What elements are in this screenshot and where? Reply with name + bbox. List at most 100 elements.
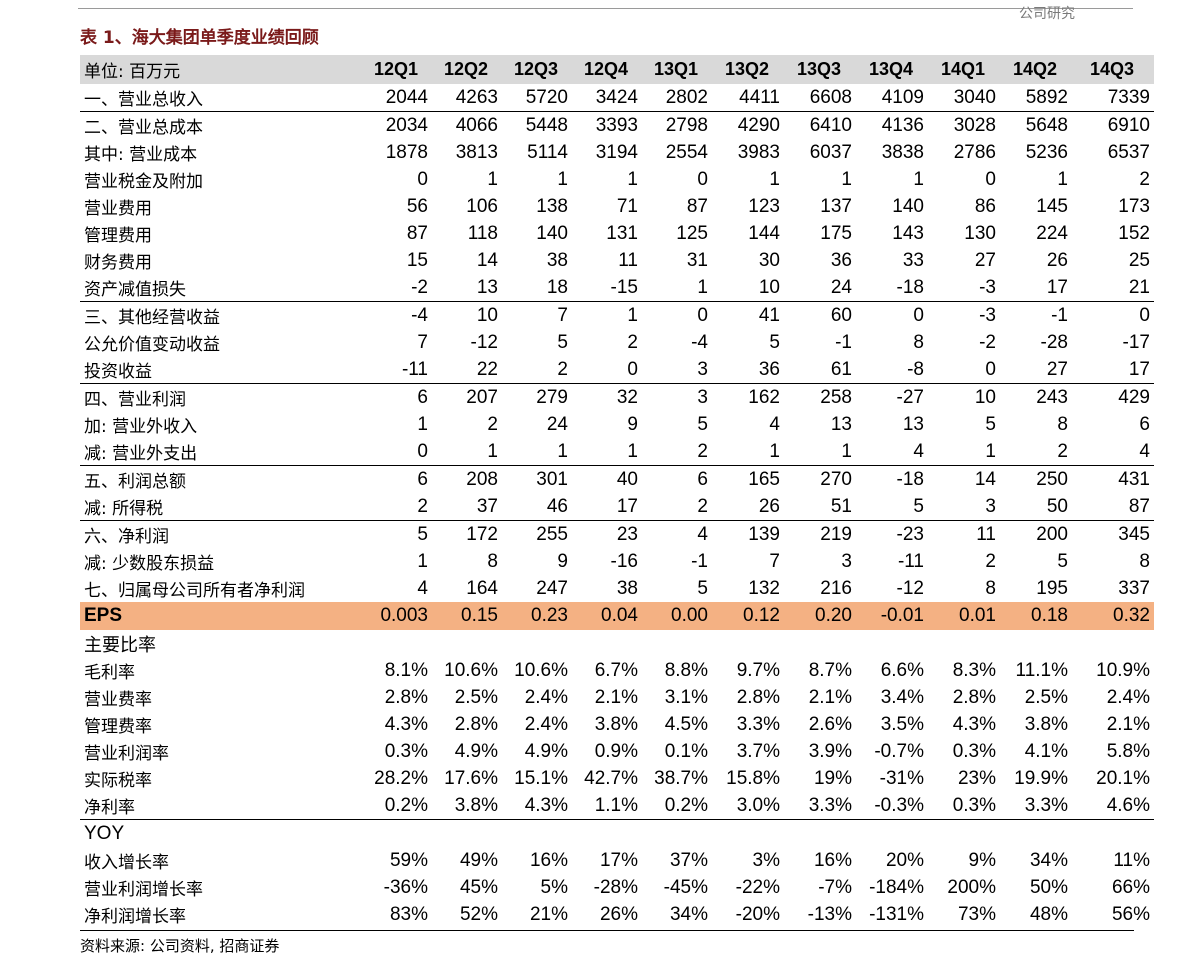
quarter-header: 12Q3 (502, 55, 572, 84)
value-cell: 10.9% (1096, 659, 1150, 681)
value-cell: 0.3% (952, 740, 996, 762)
value-cell: 3 (985, 495, 996, 517)
value-cell: 8.7% (808, 659, 852, 681)
value-cell: 27 (1046, 358, 1068, 380)
value-cell: 34% (1029, 849, 1068, 871)
value-cell: -131% (869, 903, 924, 925)
value-cell: 0.04 (572, 602, 642, 630)
row-label: 收入增长率 (84, 853, 169, 873)
value-cell: 6.7% (594, 659, 638, 681)
value-cell (1072, 819, 1154, 847)
value-cell: 26% (599, 903, 638, 925)
value-cell: -28 (1040, 331, 1068, 353)
value-cell: 26 (1046, 249, 1068, 271)
value-cell: 37 (476, 495, 498, 517)
value-cell: 0 (1072, 301, 1154, 329)
value-cell: 60 (784, 301, 856, 329)
value-cell: 6608 (809, 86, 852, 108)
value-cell: -1 (1000, 301, 1072, 329)
value-cell: 86 (974, 195, 996, 217)
value-cell: 200% (947, 876, 996, 898)
value-cell: 4109 (881, 86, 924, 108)
value-cell (502, 819, 572, 847)
row-label: 净利润增长率 (84, 907, 186, 927)
value-cell: 0.23 (502, 602, 572, 630)
value-cell: 8 (487, 550, 498, 572)
header-row: 单位: 百万元 12Q1 12Q2 12Q3 12Q4 13Q1 13Q2 13Q3 13Q4 1… (80, 55, 1154, 84)
row-label: 营业费率 (84, 690, 152, 710)
value-cell: 137 (820, 195, 852, 217)
value-cell: 0.15 (432, 602, 502, 630)
value-cell: 36 (758, 358, 780, 380)
value-cell: 3813 (455, 141, 498, 163)
row-label: 减: 营业外支出 (84, 444, 198, 464)
value-cell: 125 (676, 222, 708, 244)
value-cell: 5720 (525, 86, 568, 108)
value-cell: 24 (546, 413, 568, 435)
value-cell: 224 (1036, 222, 1068, 244)
value-cell: 66% (1111, 876, 1150, 898)
ratio-row: 管理费率 4.3% 2.8% 2.4% 3.8% 4.5% 3.3% 2.6% 3.5% 4.3%… (80, 711, 1154, 738)
value-cell: 2034 (362, 111, 432, 139)
value-cell: 17% (599, 849, 638, 871)
value-cell (642, 630, 712, 657)
value-cell: 6537 (1107, 141, 1150, 163)
value-cell: -11 (897, 550, 924, 572)
table-bottom-rule (80, 930, 1134, 931)
ratio-row: 净利率 0.2% 3.8% 4.3% 1.1% 0.2% 3.0% 3.3% -0.3% 0.3%… (80, 792, 1154, 820)
value-cell: 0 (627, 358, 638, 380)
value-cell: 1 (913, 168, 924, 190)
value-cell: 17 (1046, 276, 1068, 298)
table-row: 营业税金及附加 0 1 1 1 0 1 1 1 0 1 2 (80, 166, 1154, 193)
value-cell: 3 (841, 550, 852, 572)
value-cell: 50 (1046, 495, 1068, 517)
quarter-header: 14Q3 (1072, 55, 1154, 84)
value-cell: 87 (1128, 495, 1150, 517)
value-cell: 175 (820, 222, 852, 244)
ratio-row: 毛利率 8.1% 10.6% 10.6% 6.7% 8.8% 9.7% 8.7% 6.6% 8.3… (80, 657, 1154, 684)
table-title: 表 1、海大集团单季度业绩回顾 (80, 28, 319, 48)
value-cell: 1878 (385, 141, 428, 163)
value-cell: 11.1% (1015, 659, 1068, 681)
value-cell: 8 (985, 577, 996, 599)
value-cell: 3393 (572, 111, 642, 139)
value-cell: 38.7% (654, 767, 708, 789)
row-label: 实际税率 (84, 771, 152, 791)
value-cell: 5 (985, 413, 996, 435)
ratio-row: 实际税率 28.2% 17.6% 15.1% 42.7% 38.7% 15.8% 19% -31… (80, 765, 1154, 792)
value-cell: 5 (913, 495, 924, 517)
value-cell: 19.9% (1014, 767, 1068, 789)
value-cell: 4.6% (1106, 794, 1150, 816)
value-cell: 1 (417, 413, 428, 435)
value-cell: -2 (411, 276, 428, 298)
value-cell: 3% (752, 849, 780, 871)
value-cell: 4.3% (524, 794, 568, 816)
quarter-header: 13Q3 (784, 55, 856, 84)
value-cell: 164 (466, 577, 498, 599)
quarter-header: 13Q2 (712, 55, 784, 84)
value-cell: 1 (417, 550, 428, 572)
value-cell: 0.32 (1072, 602, 1154, 630)
value-cell: -27 (856, 383, 928, 411)
table-row: 资产减值损失 -2 13 18 -15 1 10 24 -18 -3 17 21 (80, 274, 1154, 302)
value-cell: 4.1% (1024, 740, 1068, 762)
value-cell: 25 (1128, 249, 1150, 271)
value-cell: 28.2% (374, 767, 428, 789)
value-cell: 4 (913, 440, 924, 462)
value-cell: 3.8% (454, 794, 498, 816)
value-cell: 1 (557, 168, 568, 190)
quarter-header: 13Q1 (642, 55, 712, 84)
value-cell: 143 (892, 222, 924, 244)
value-cell: 2.5% (454, 686, 498, 708)
value-cell: 4066 (432, 111, 502, 139)
value-cell: 2554 (665, 141, 708, 163)
value-cell: 17 (616, 495, 638, 517)
value-cell: 5.8% (1106, 740, 1150, 762)
value-cell: 0.20 (784, 602, 856, 630)
value-cell: -18 (856, 465, 928, 493)
report-type-label: 公司研究 (1019, 6, 1075, 22)
value-cell: 1 (572, 301, 642, 329)
value-cell: 45% (459, 876, 498, 898)
value-cell: 162 (712, 383, 784, 411)
value-cell: 46 (546, 495, 568, 517)
